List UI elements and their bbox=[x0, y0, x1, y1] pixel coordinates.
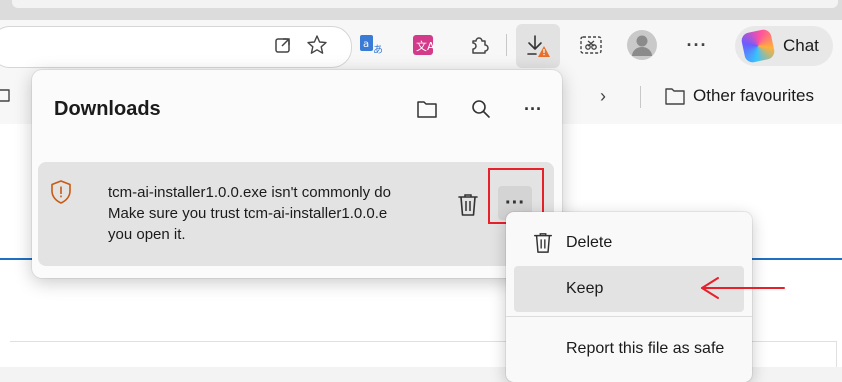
tab-strip bbox=[0, 0, 842, 20]
favbar-divider bbox=[640, 86, 641, 108]
annotation-arrow-icon bbox=[701, 277, 785, 299]
warning-shield-icon bbox=[50, 180, 72, 204]
other-favourites-label: Other favourites bbox=[693, 86, 814, 105]
more-icon[interactable]: ··· bbox=[682, 30, 712, 60]
downloads-more-icon[interactable]: ··· bbox=[516, 92, 550, 126]
folder-icon[interactable] bbox=[0, 86, 10, 102]
chat-label: Chat bbox=[783, 36, 819, 55]
open-folder-icon[interactable] bbox=[410, 92, 444, 126]
menu-item-delete[interactable]: Delete bbox=[514, 220, 744, 266]
download-item[interactable]: tcm-ai-installer1.0.0.exe isn't commonly… bbox=[38, 162, 554, 266]
delete-trash-icon[interactable] bbox=[456, 192, 482, 218]
address-bar[interactable] bbox=[0, 26, 352, 68]
downloads-icon[interactable] bbox=[516, 24, 560, 68]
active-tab-edge bbox=[12, 0, 838, 8]
svg-text:あ: あ bbox=[373, 44, 383, 56]
delete-trash-icon bbox=[534, 233, 552, 253]
menu-item-report-safe[interactable]: Report this file as safe bbox=[514, 326, 744, 372]
menu-separator bbox=[506, 316, 752, 317]
translate-icon[interactable]: aあ bbox=[356, 30, 386, 60]
favorite-star-icon[interactable] bbox=[302, 30, 332, 60]
downloads-title: Downloads bbox=[54, 98, 161, 120]
page-gray-edge bbox=[836, 341, 837, 367]
extensions-icon[interactable] bbox=[464, 30, 494, 60]
svg-text:a: a bbox=[363, 39, 369, 50]
profile-avatar[interactable] bbox=[626, 29, 658, 61]
toolbar-divider bbox=[506, 34, 507, 56]
copilot-chat-button[interactable]: Chat bbox=[735, 26, 833, 66]
search-icon[interactable] bbox=[464, 92, 498, 126]
svg-text:文A: 文A bbox=[416, 39, 434, 53]
copilot-logo-icon bbox=[740, 28, 776, 64]
menu-item-label: Keep bbox=[566, 280, 604, 297]
menu-item-label: Delete bbox=[566, 234, 613, 251]
warning-line-1: tcm-ai-installer1.0.0.exe isn't commonly… bbox=[108, 184, 391, 201]
open-in-app-icon[interactable] bbox=[268, 30, 298, 60]
screenshot-icon[interactable] bbox=[576, 30, 606, 60]
translate-ai-icon[interactable]: 文A bbox=[408, 30, 438, 60]
downloads-flyout: Downloads ··· tcm-ai-installer1.0.0.exe … bbox=[32, 70, 562, 278]
warning-line-2: Make sure you trust tcm-ai-installer1.0.… bbox=[108, 205, 388, 222]
folder-icon bbox=[665, 88, 685, 105]
other-favourites-button[interactable]: Other favourites bbox=[665, 86, 814, 106]
chevron-right-icon[interactable]: › bbox=[600, 86, 606, 107]
menu-item-label: Report this file as safe bbox=[566, 340, 725, 357]
download-warning-text: tcm-ai-installer1.0.0.exe isn't commonly… bbox=[108, 182, 438, 245]
warning-line-3: you open it. bbox=[108, 226, 186, 243]
